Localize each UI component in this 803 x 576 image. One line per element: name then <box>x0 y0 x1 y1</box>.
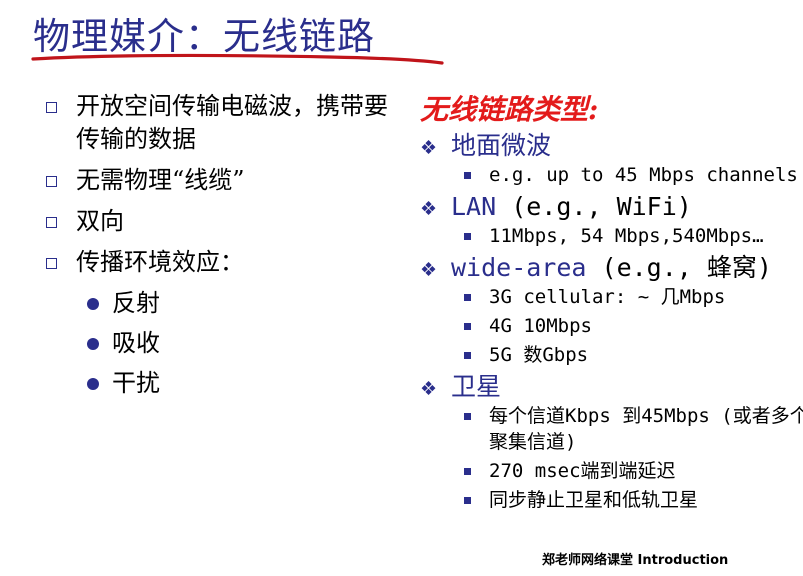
square-bullet-icon <box>464 352 471 359</box>
link-type-item: ❖ wide-area (e.g., 蜂窝) <box>420 252 803 284</box>
left-subbullet: 吸收 <box>44 327 394 360</box>
left-bullet: 无需物理“线缆” <box>44 164 394 197</box>
link-type-detail: 同步静止卫星和低轨卫星 <box>420 487 803 513</box>
square-bullet-icon <box>464 413 471 420</box>
left-column: 开放空间传输电磁波，携带要传输的数据 无需物理“线缆” 双向 传播环境效应： 反… <box>44 90 394 407</box>
square-bullet-icon <box>464 172 471 179</box>
link-type-suffix: (e.g., 蜂窝) <box>586 253 772 282</box>
square-bullet-icon <box>464 233 471 240</box>
link-type-detail-text: 11Mbps, 54 Mbps,540Mbps… <box>489 225 764 247</box>
left-subbullet-text: 干扰 <box>112 369 160 397</box>
square-bullet-icon <box>46 176 57 187</box>
square-bullet-icon <box>46 217 57 228</box>
link-type-detail-text: 270 msec端到端延迟 <box>489 460 676 482</box>
left-subbullet: 反射 <box>44 287 394 320</box>
link-type-detail: 3G cellular: ~ 几Mbps <box>420 284 803 310</box>
link-type-label: 地面微波 <box>451 131 552 160</box>
link-type-item: ❖ 卫星 <box>420 371 803 403</box>
link-type-detail: 270 msec端到端延迟 <box>420 458 803 484</box>
diamond-bullet-icon: ❖ <box>420 259 438 281</box>
left-bullet: 双向 <box>44 205 394 238</box>
round-bullet-icon <box>87 378 99 390</box>
left-bullet: 传播环境效应： <box>44 246 394 279</box>
left-bullet-text: 无需物理“线缆” <box>76 166 245 194</box>
link-type-label: 卫星 <box>451 372 502 401</box>
diamond-bullet-icon: ❖ <box>420 378 438 400</box>
link-type-item: ❖ LAN (e.g., WiFi) <box>420 191 803 223</box>
link-type-detail-text: 同步静止卫星和低轨卫星 <box>489 489 699 511</box>
link-type-suffix: (e.g., WiFi) <box>496 192 692 221</box>
link-type-label: wide-area <box>451 253 587 282</box>
link-type-detail: e.g. up to 45 Mbps channels <box>420 162 803 188</box>
round-bullet-icon <box>87 298 99 310</box>
square-bullet-icon <box>464 497 471 504</box>
link-type-detail-text: 每个信道Kbps 到45Mbps (或者多个聚集信道) <box>489 405 803 453</box>
left-bullet-text: 开放空间传输电磁波，携带要传输的数据 <box>76 92 388 153</box>
link-type-detail-text: 5G 数Gbps <box>489 344 589 366</box>
link-type-detail: 4G 10Mbps <box>420 313 803 339</box>
link-type-detail: 每个信道Kbps 到45Mbps (或者多个聚集信道) <box>420 403 803 455</box>
link-type-detail-text: e.g. up to 45 Mbps channels <box>489 164 798 186</box>
diamond-bullet-icon: ❖ <box>420 198 438 220</box>
footer-text: 郑老师网络课堂 Introduction <box>542 553 729 568</box>
link-type-item: ❖ 地面微波 <box>420 130 803 162</box>
left-subbullet: 干扰 <box>44 367 394 400</box>
link-type-detail: 11Mbps, 54 Mbps,540Mbps… <box>420 223 803 249</box>
square-bullet-icon <box>464 468 471 475</box>
right-column: 无线链路类型: ❖ 地面微波 e.g. up to 45 Mbps channe… <box>420 88 803 516</box>
left-bullet-text: 双向 <box>76 207 124 235</box>
diamond-bullet-icon: ❖ <box>420 137 438 159</box>
link-type-detail: 5G 数Gbps <box>420 342 803 368</box>
left-subbullet-text: 吸收 <box>112 329 160 357</box>
link-type-label: LAN <box>451 192 497 221</box>
left-subbullet-text: 反射 <box>112 289 160 317</box>
square-bullet-icon <box>464 294 471 301</box>
square-bullet-icon <box>464 323 471 330</box>
round-bullet-icon <box>87 338 99 350</box>
title-underline <box>31 53 444 65</box>
square-bullet-icon <box>46 258 57 269</box>
link-type-detail-text: 4G 10Mbps <box>489 315 592 337</box>
left-bullet: 开放空间传输电磁波，携带要传输的数据 <box>44 90 394 156</box>
left-bullet-text: 传播环境效应： <box>76 248 244 276</box>
square-bullet-icon <box>46 102 57 113</box>
link-type-detail-text: 3G cellular: ~ 几Mbps <box>489 286 726 308</box>
right-heading: 无线链路类型: <box>420 93 599 126</box>
